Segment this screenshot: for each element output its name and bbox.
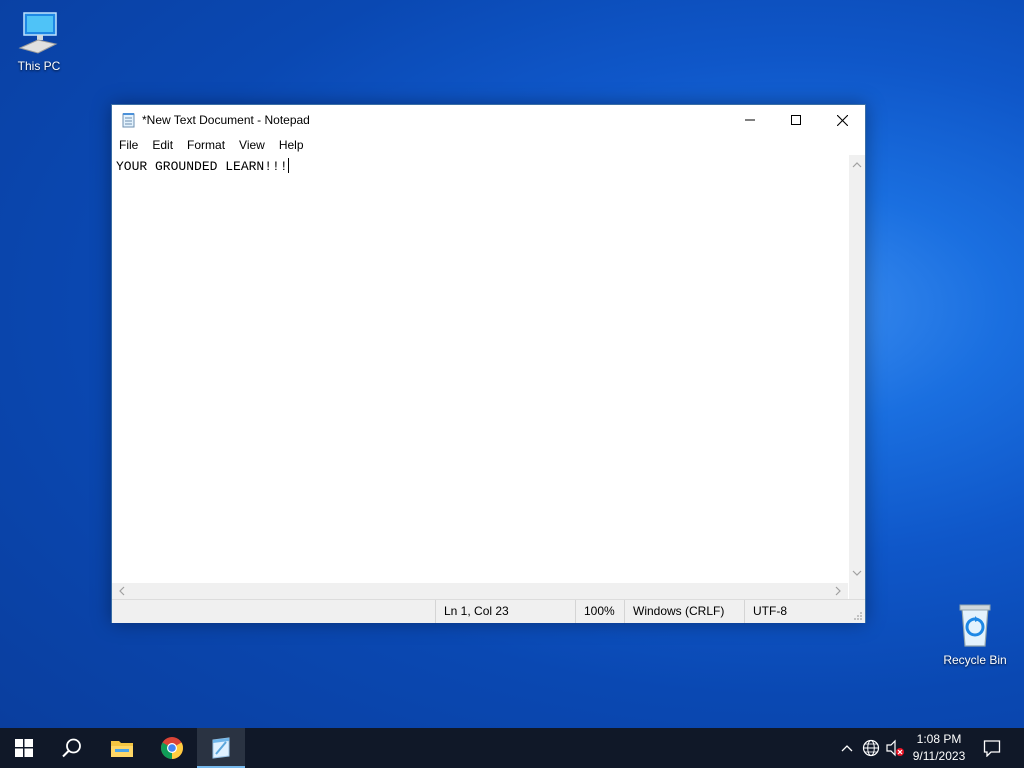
computer-icon xyxy=(18,12,58,54)
menu-bar: File Edit Format View Help xyxy=(112,135,865,155)
start-button[interactable] xyxy=(0,728,48,768)
chevron-up-icon xyxy=(841,745,853,752)
clock-date: 9/11/2023 xyxy=(912,749,966,763)
taskbar: 1:08 PM 9/11/2023 xyxy=(0,728,1024,768)
scrollbar-corner xyxy=(849,583,865,599)
maximize-button[interactable] xyxy=(773,105,819,135)
text-editor[interactable]: YOUR GROUNDED LEARN!!! xyxy=(112,155,848,583)
title-bar[interactable]: *New Text Document - Notepad xyxy=(112,105,865,135)
action-center-button[interactable] xyxy=(978,728,1006,768)
volume-button[interactable] xyxy=(884,728,906,768)
vertical-scrollbar[interactable] xyxy=(849,155,865,583)
clock[interactable]: 1:08 PM 9/11/2023 xyxy=(906,731,972,765)
volume-muted-icon xyxy=(886,739,904,757)
recycle-bin-icon xyxy=(959,604,991,647)
status-zoom: 100% xyxy=(575,600,626,623)
scroll-down-icon[interactable] xyxy=(849,565,865,581)
menu-format[interactable]: Format xyxy=(180,138,232,152)
taskbar-file-explorer[interactable] xyxy=(98,728,146,768)
desktop-icon-label: This PC xyxy=(17,59,61,73)
desktop-icon-recycle-bin[interactable]: Recycle Bin xyxy=(937,602,1013,667)
horizontal-scrollbar[interactable] xyxy=(112,583,848,599)
minimize-button[interactable] xyxy=(727,105,773,135)
file-explorer-icon xyxy=(111,741,133,757)
search-button[interactable] xyxy=(48,728,96,768)
taskbar-notepad[interactable] xyxy=(197,728,245,768)
minimize-icon xyxy=(745,119,755,121)
notepad-icon xyxy=(212,737,230,759)
start-icon xyxy=(15,739,33,757)
network-globe-icon xyxy=(862,739,880,757)
taskbar-chrome[interactable] xyxy=(148,728,196,768)
close-icon xyxy=(836,114,848,126)
scroll-up-icon[interactable] xyxy=(849,157,865,173)
maximize-icon xyxy=(791,115,801,125)
scroll-right-icon[interactable] xyxy=(830,583,846,599)
menu-view[interactable]: View xyxy=(232,138,272,152)
desktop-icon-label: Recycle Bin xyxy=(943,653,1007,667)
search-icon xyxy=(62,738,81,758)
window-title: *New Text Document - Notepad xyxy=(142,113,310,127)
menu-edit[interactable]: Edit xyxy=(145,138,180,152)
status-line-ending: Windows (CRLF) xyxy=(624,600,743,623)
notification-icon xyxy=(983,740,1001,757)
close-button[interactable] xyxy=(819,105,865,135)
resize-grip-icon[interactable] xyxy=(853,611,863,621)
notepad-icon xyxy=(122,113,135,128)
status-encoding: UTF-8 xyxy=(744,600,848,623)
chrome-icon xyxy=(161,737,183,759)
status-position: Ln 1, Col 23 xyxy=(435,600,574,623)
text-caret xyxy=(287,158,289,173)
menu-help[interactable]: Help xyxy=(272,138,311,152)
desktop-icon-this-pc[interactable]: This PC xyxy=(1,10,77,73)
editor-content: YOUR GROUNDED LEARN!!! xyxy=(116,159,288,174)
network-button[interactable] xyxy=(860,728,882,768)
menu-file[interactable]: File xyxy=(112,138,145,152)
show-hidden-icons-button[interactable] xyxy=(838,728,856,768)
status-bar: Ln 1, Col 23 100% Windows (CRLF) UTF-8 xyxy=(112,599,865,623)
clock-time: 1:08 PM xyxy=(916,732,962,746)
notepad-window[interactable]: *New Text Document - Notepad File Edit F… xyxy=(111,104,866,623)
scroll-left-icon[interactable] xyxy=(114,583,130,599)
